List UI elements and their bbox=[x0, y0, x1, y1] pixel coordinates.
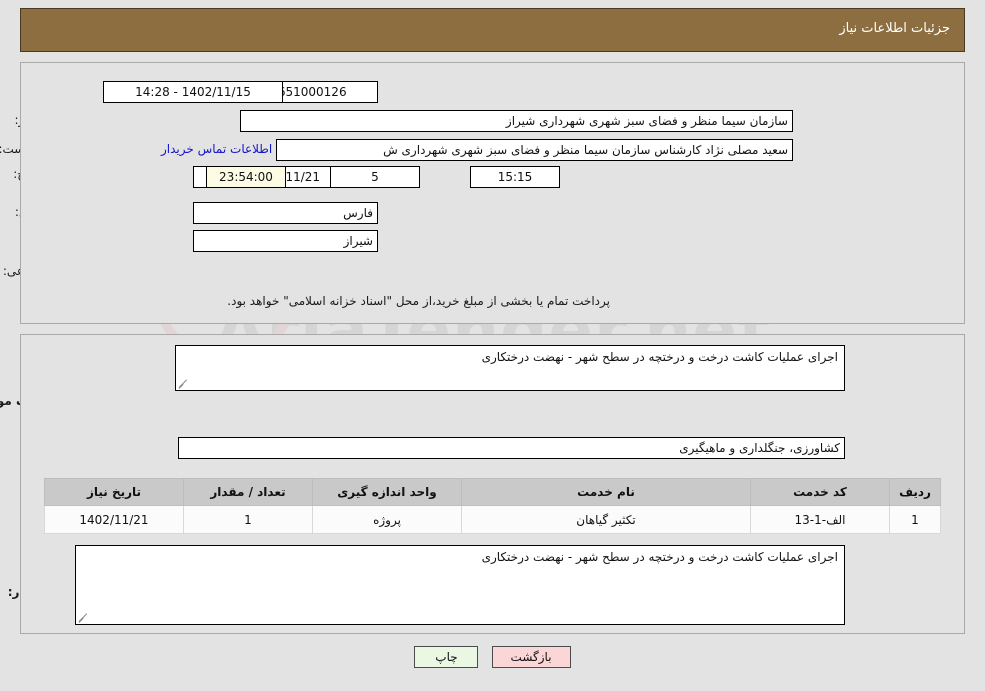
remaining-countdown-field[interactable]: 23:54:00 bbox=[206, 166, 286, 188]
col-unit: واحد اندازه گیری bbox=[312, 478, 462, 506]
page-root: AriaTender.net جزئیات اطلاعات نیاز شماره… bbox=[0, 0, 985, 691]
action-button-row: بازگشت چاپ bbox=[0, 646, 985, 668]
col-name: نام خدمت bbox=[461, 478, 751, 506]
back-button[interactable]: بازگشت bbox=[491, 646, 571, 668]
col-date: تاریخ نیاز bbox=[44, 478, 184, 506]
resize-grip-icon bbox=[178, 376, 191, 389]
window-titlebar: جزئیات اطلاعات نیاز bbox=[20, 8, 965, 52]
print-button[interactable]: چاپ bbox=[414, 646, 479, 668]
general-description-textarea[interactable]: اجرای عملیات کاشت درخت و درختچه در سطح ش… bbox=[175, 345, 845, 391]
table-header-row: ردیف کد خدمت نام خدمت واحد اندازه گیری ت… bbox=[44, 478, 941, 506]
cell-row: 1 bbox=[889, 505, 941, 534]
col-code: کد خدمت bbox=[750, 478, 890, 506]
cell-date: 1402/11/21 bbox=[44, 505, 184, 534]
purchase-process-note: پرداخت تمام یا بخشی از مبلغ خرید،از محل … bbox=[227, 294, 610, 308]
requester-field[interactable]: سعید مصلی نژاد کارشناس سازمان سیما منظر … bbox=[276, 139, 793, 161]
buyer-notes-textarea[interactable]: اجرای عملیات کاشت درخت و درختچه در سطح ش… bbox=[75, 545, 845, 625]
page-title: جزئیات اطلاعات نیاز bbox=[839, 21, 950, 36]
resize-grip-icon bbox=[78, 610, 91, 623]
delivery-city-field[interactable]: شیراز bbox=[193, 230, 378, 252]
cell-qty: 1 bbox=[183, 505, 313, 534]
delivery-province-field[interactable]: فارس bbox=[193, 202, 378, 224]
general-description-text: اجرای عملیات کاشت درخت و درختچه در سطح ش… bbox=[481, 350, 838, 364]
cell-code: الف-1-13 bbox=[750, 505, 890, 534]
cell-name: تکثیر گیاهان bbox=[461, 505, 751, 534]
service-group-field[interactable]: کشاورزی، جنگلداری و ماهیگیری bbox=[178, 437, 845, 459]
cell-unit: پروژه bbox=[312, 505, 462, 534]
services-table: ردیف کد خدمت نام خدمت واحد اندازه گیری ت… bbox=[44, 478, 941, 534]
table-row[interactable]: 1 الف-1-13 تکثیر گیاهان پروژه 1 1402/11/… bbox=[44, 505, 941, 534]
buyer-contact-link[interactable]: اطلاعات تماس خریدار bbox=[161, 142, 272, 156]
buyer-notes-text: اجرای عملیات کاشت درخت و درختچه در سطح ش… bbox=[481, 550, 838, 564]
buyer-organization-field[interactable]: سازمان سیما منظر و فضای سبز شهری شهرداری… bbox=[240, 110, 793, 132]
col-row: ردیف bbox=[889, 478, 941, 506]
announcement-datetime-field[interactable]: 1402/11/15 - 14:28 bbox=[103, 81, 283, 103]
col-qty: تعداد / مقدار bbox=[183, 478, 313, 506]
remaining-days-field[interactable]: 5 bbox=[330, 166, 420, 188]
deadline-time-field[interactable]: 15:15 bbox=[470, 166, 560, 188]
